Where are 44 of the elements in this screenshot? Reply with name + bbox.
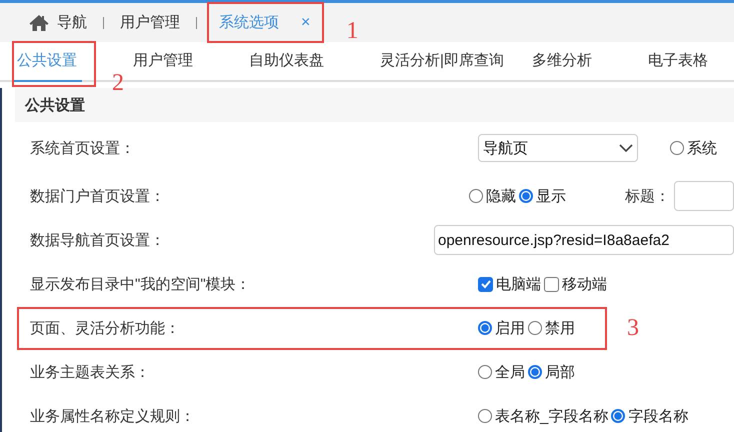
setting-label: 显示发布目录中"我的空间"模块： xyxy=(29,274,252,294)
setting-label: 业务主题表关系： xyxy=(29,362,151,382)
settings-tab[interactable]: 自助仪表盘 xyxy=(244,51,329,82)
dropdown[interactable]: 导航页 xyxy=(478,134,638,162)
radio-option[interactable]: 系统 xyxy=(670,138,717,158)
settings-tab[interactable]: 电子表格 xyxy=(642,51,713,82)
radio-button[interactable] xyxy=(519,189,533,203)
setting-label: 业务属性名称定义规则： xyxy=(29,406,196,426)
radio-button[interactable] xyxy=(670,141,684,155)
checkbox[interactable] xyxy=(544,276,559,292)
radio-option[interactable]: 启用 xyxy=(478,318,525,338)
settings-tab[interactable]: 多维分析 xyxy=(526,51,597,82)
input-field[interactable] xyxy=(674,181,734,211)
settings-tab[interactable]: 灵活分析|即席查询 xyxy=(375,51,509,82)
radio-option[interactable]: 表名称_字段名称 xyxy=(478,406,608,426)
radio-option[interactable]: 显示 xyxy=(519,186,566,206)
radio-button[interactable] xyxy=(478,321,492,335)
nav-tab[interactable]: 用户管理 xyxy=(118,13,182,32)
input-field[interactable]: openresource.jsp?resid=I8a8aefa2 xyxy=(434,225,734,255)
chevron-down-icon xyxy=(619,144,633,152)
annotation-number: 3 xyxy=(627,316,639,340)
field-label: 标题： xyxy=(625,186,670,206)
radio-button[interactable] xyxy=(528,365,542,379)
radio-option[interactable]: 隐藏 xyxy=(469,186,516,206)
radio-button[interactable] xyxy=(469,189,483,203)
setting-label: 数据导航首页设置： xyxy=(29,230,166,250)
home-icon xyxy=(29,14,49,32)
setting-label: 数据门户首页设置： xyxy=(29,186,166,206)
annotation-number: 1 xyxy=(346,19,358,43)
radio-option[interactable]: 禁用 xyxy=(528,318,575,338)
radio-option[interactable]: 字段名称 xyxy=(611,406,688,426)
nav-tab[interactable]: 导航 xyxy=(27,13,89,32)
setting-label: 页面、灵活分析功能： xyxy=(29,318,181,338)
radio-button[interactable] xyxy=(478,365,492,379)
radio-button[interactable] xyxy=(528,321,542,335)
settings-tab[interactable]: 用户管理 xyxy=(128,51,198,82)
radio-option[interactable]: 全局 xyxy=(478,362,525,382)
radio-option[interactable]: 局部 xyxy=(528,362,575,382)
radio-button[interactable] xyxy=(611,409,626,423)
checkbox[interactable] xyxy=(478,276,493,292)
setting-label: 系统首页设置： xyxy=(29,138,136,158)
checkbox-option[interactable]: 移动端 xyxy=(544,274,607,294)
radio-button[interactable] xyxy=(478,409,492,423)
checkbox-option[interactable]: 电脑端 xyxy=(478,274,541,294)
